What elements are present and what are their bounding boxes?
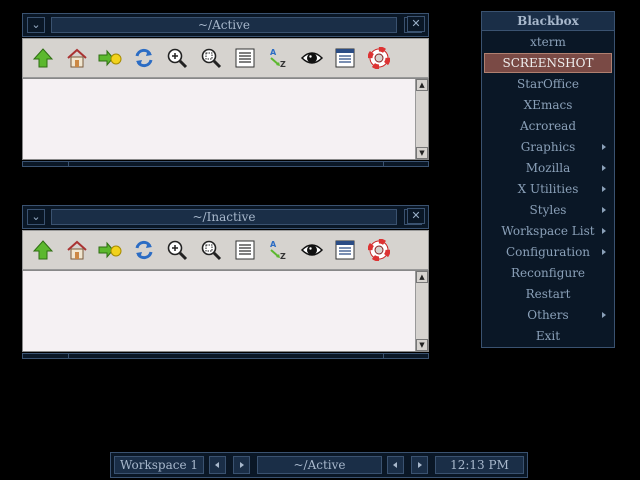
prev-window-button[interactable] bbox=[387, 456, 404, 474]
go-icon[interactable] bbox=[96, 236, 124, 264]
menu-item-screenshot[interactable]: SCREENSHOT bbox=[484, 53, 612, 73]
zoom-out-icon[interactable] bbox=[197, 236, 225, 264]
detail-view-icon[interactable] bbox=[331, 236, 359, 264]
sort-az-icon[interactable]: AZ bbox=[264, 236, 292, 264]
next-workspace-button[interactable] bbox=[233, 456, 250, 474]
menu-item-configuration[interactable]: Configuration bbox=[482, 242, 614, 262]
menu-item-xterm[interactable]: xterm bbox=[482, 32, 614, 52]
window-title: ~/Inactive bbox=[51, 209, 397, 225]
help-lifebuoy-icon[interactable] bbox=[365, 44, 393, 72]
list-view-icon[interactable] bbox=[231, 236, 259, 264]
menu-item-restart[interactable]: Restart bbox=[482, 284, 614, 304]
window-titlebar[interactable]: ⌄ ~/Inactive □ bbox=[22, 205, 429, 229]
menu-item-label: Graphics bbox=[520, 140, 576, 154]
next-window-button[interactable] bbox=[411, 456, 428, 474]
svg-text:Z: Z bbox=[280, 252, 286, 261]
window-titlebar[interactable]: ⌄ ~/Active □ bbox=[22, 13, 429, 37]
menu-item-reconfigure[interactable]: Reconfigure bbox=[482, 263, 614, 283]
menu-item-label: StarOffice bbox=[517, 77, 579, 91]
menu-item-acroread[interactable]: Acroread bbox=[482, 116, 614, 136]
submenu-arrow-icon bbox=[602, 249, 606, 255]
svg-text:Z: Z bbox=[280, 60, 286, 69]
menu-item-styles[interactable]: Styles bbox=[482, 200, 614, 220]
window-handle[interactable] bbox=[22, 161, 429, 167]
go-icon[interactable] bbox=[96, 44, 124, 72]
chevron-left-icon bbox=[215, 462, 219, 468]
menu-item-exit[interactable]: Exit bbox=[482, 326, 614, 346]
scroll-down-icon[interactable]: ▼ bbox=[416, 339, 428, 351]
detail-view-icon[interactable] bbox=[331, 44, 359, 72]
chevron-right-icon bbox=[418, 462, 422, 468]
up-arrow-icon[interactable] bbox=[29, 236, 57, 264]
reload-icon[interactable] bbox=[130, 44, 158, 72]
submenu-arrow-icon bbox=[602, 207, 606, 213]
menu-item-label: XEmacs bbox=[523, 98, 573, 112]
shade-button[interactable]: ⌄ bbox=[27, 209, 45, 225]
menu-item-staroffice[interactable]: StarOffice bbox=[482, 74, 614, 94]
submenu-arrow-icon bbox=[602, 144, 606, 150]
home-icon[interactable] bbox=[63, 44, 91, 72]
help-lifebuoy-icon[interactable] bbox=[365, 236, 393, 264]
menu-item-label: xterm bbox=[530, 35, 566, 49]
eye-icon[interactable] bbox=[298, 236, 326, 264]
up-arrow-icon[interactable] bbox=[29, 44, 57, 72]
menu-item-others[interactable]: Others bbox=[482, 305, 614, 325]
chevron-right-icon bbox=[240, 462, 244, 468]
clock: 12:13 PM bbox=[435, 456, 524, 474]
workspace-label[interactable]: Workspace 1 bbox=[114, 456, 204, 474]
submenu-arrow-icon bbox=[602, 186, 606, 192]
window-handle[interactable] bbox=[22, 353, 429, 359]
menu-item-label: Mozilla bbox=[525, 161, 571, 175]
scroll-up-icon[interactable]: ▲ bbox=[416, 79, 428, 91]
submenu-arrow-icon bbox=[602, 228, 606, 234]
shade-button[interactable]: ⌄ bbox=[27, 17, 45, 33]
svg-text:A: A bbox=[270, 48, 277, 57]
toolbar: AZ bbox=[22, 230, 429, 270]
scroll-up-icon[interactable]: ▲ bbox=[416, 271, 428, 283]
submenu-arrow-icon bbox=[602, 312, 606, 318]
eye-icon[interactable] bbox=[298, 44, 326, 72]
close-button[interactable]: ✕ bbox=[407, 16, 425, 32]
vertical-scrollbar[interactable]: ▲ ▼ bbox=[415, 271, 428, 351]
prev-workspace-button[interactable] bbox=[209, 456, 226, 474]
menu-item-xemacs[interactable]: XEmacs bbox=[482, 95, 614, 115]
vertical-scrollbar[interactable]: ▲ ▼ bbox=[415, 79, 428, 159]
scroll-down-icon[interactable]: ▼ bbox=[416, 147, 428, 159]
menu-item-mozilla[interactable]: Mozilla bbox=[482, 158, 614, 178]
menu-item-x-utilities[interactable]: X Utilities bbox=[482, 179, 614, 199]
chevron-left-icon bbox=[393, 462, 397, 468]
menu-item-label: Configuration bbox=[505, 245, 591, 259]
menu-title: Blackbox bbox=[482, 12, 614, 31]
menu-item-workspace-list[interactable]: Workspace List bbox=[482, 221, 614, 241]
window-title: ~/Active bbox=[51, 17, 397, 33]
menu-item-label: SCREENSHOT bbox=[502, 56, 594, 70]
menu-item-label: Styles bbox=[529, 203, 567, 217]
close-button[interactable]: ✕ bbox=[407, 208, 425, 224]
list-view-icon[interactable] bbox=[231, 44, 259, 72]
home-icon[interactable] bbox=[63, 236, 91, 264]
menu-item-graphics[interactable]: Graphics bbox=[482, 137, 614, 157]
menu-item-label: Workspace List bbox=[501, 224, 595, 238]
menu-item-label: Acroread bbox=[519, 119, 577, 133]
file-list-area[interactable]: ▲ ▼ bbox=[22, 78, 429, 160]
svg-text:A: A bbox=[270, 240, 277, 249]
file-list-area[interactable]: ▲ ▼ bbox=[22, 270, 429, 352]
reload-icon[interactable] bbox=[130, 236, 158, 264]
menu-item-label: Reconfigure bbox=[510, 266, 586, 280]
toolbar: AZ bbox=[22, 38, 429, 78]
menu-item-label: Exit bbox=[535, 329, 561, 343]
menu-item-label: Others bbox=[527, 308, 569, 322]
submenu-arrow-icon bbox=[602, 165, 606, 171]
sort-az-icon[interactable]: AZ bbox=[264, 44, 292, 72]
menu-item-label: X Utilities bbox=[517, 182, 579, 196]
zoom-in-icon[interactable] bbox=[163, 44, 191, 72]
menu-item-label: Restart bbox=[525, 287, 571, 301]
root-menu: Blackbox xterm SCREENSHOT StarOffice XEmacs… bbox=[481, 11, 615, 348]
active-window-label[interactable]: ~/Active bbox=[257, 456, 382, 474]
zoom-out-icon[interactable] bbox=[197, 44, 225, 72]
zoom-in-icon[interactable] bbox=[163, 236, 191, 264]
taskbar: Workspace 1 ~/Active 12:13 PM bbox=[110, 452, 528, 478]
